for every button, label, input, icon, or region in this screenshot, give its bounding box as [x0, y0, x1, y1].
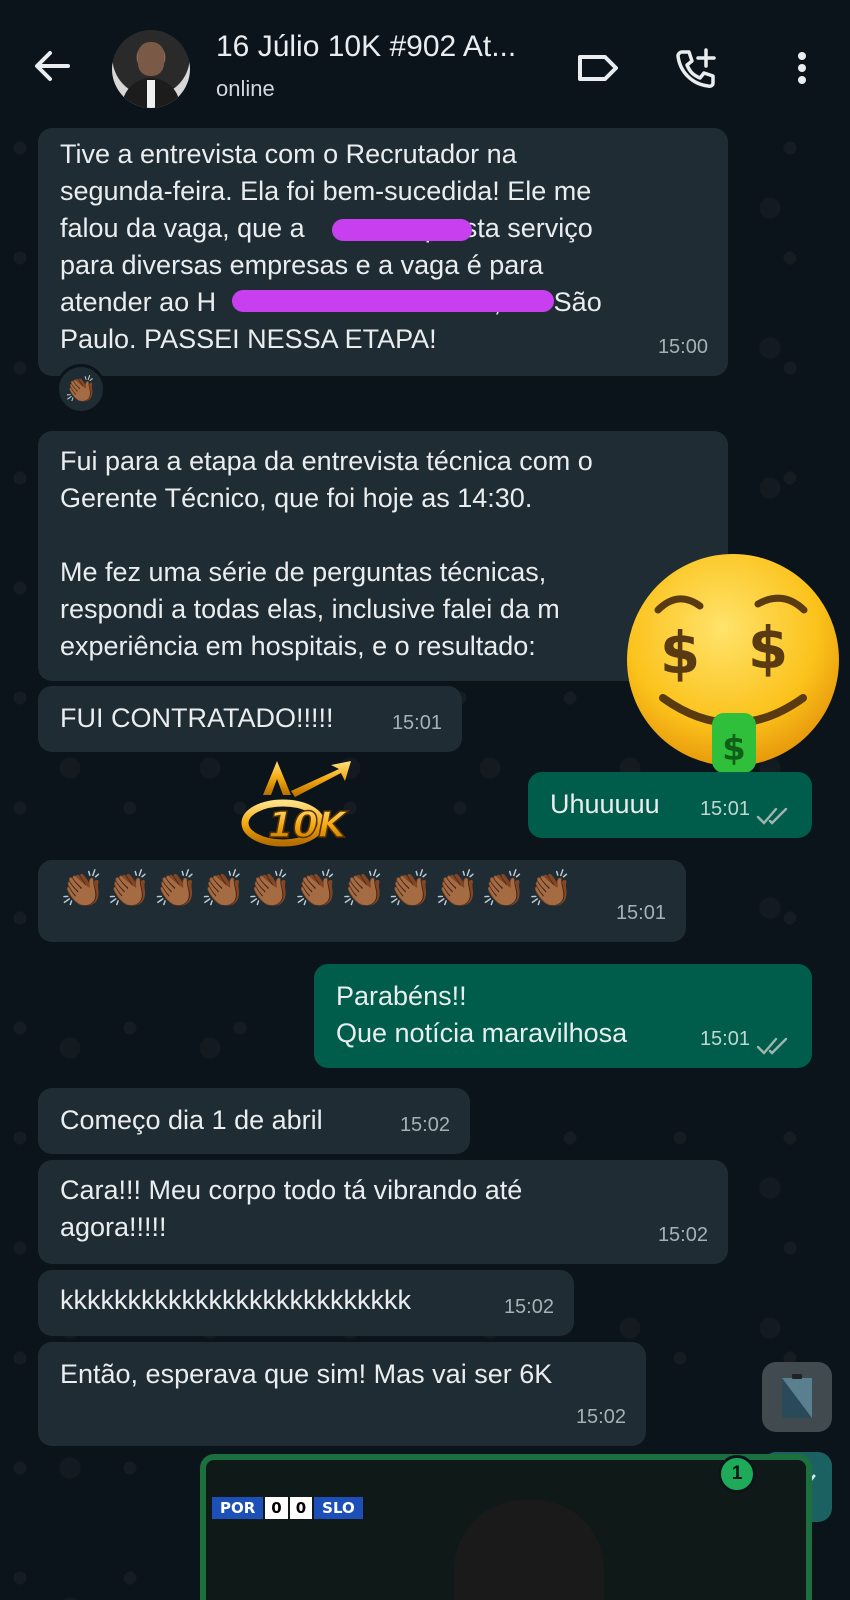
message-line: Parabéns!! [336, 981, 467, 1011]
chat-header: 16 Júlio 10K #902 At... online [0, 0, 850, 128]
message-time: 15:00 [657, 336, 708, 358]
message-text: FUI CONTRATADO!!!!! [60, 703, 334, 733]
scoreboard: POR 0 0 SLO [212, 1496, 363, 1520]
message-text: Então, esperava que sim! Mas vai ser 6K [60, 1359, 553, 1389]
message-line: Fui para a etapa da entrevista técnica c… [60, 446, 593, 476]
message-time: 15:02 [399, 1114, 450, 1136]
player-figure [454, 1500, 604, 1600]
score-2: 0 [289, 1497, 313, 1519]
outgoing-message[interactable]: Parabéns!! Que notícia maravilhosa 15:01 [314, 964, 812, 1068]
message-text: Começo dia 1 de abril [60, 1105, 323, 1135]
message-time: 15:01 [615, 902, 666, 924]
logo-text: 10K [268, 805, 349, 846]
more-options-icon[interactable] [778, 44, 826, 92]
incoming-message[interactable]: kkkkkkkkkkkkkkkkkkkkkkkkkk 15:02 [38, 1270, 574, 1336]
message-time: 15:01 [391, 712, 442, 734]
message-text: Uhuuuuu [550, 789, 660, 819]
message-line: experiência em hospitais, e o resultado: [60, 631, 536, 661]
phone-icon [782, 1374, 812, 1418]
contact-avatar[interactable] [112, 30, 190, 108]
incoming-message[interactable]: Tive a entrevista com o Recrutador na se… [38, 128, 728, 376]
message-line: Me fez uma série de perguntas técnicas, [60, 557, 547, 587]
read-ticks-icon [756, 807, 788, 825]
svg-text:$: $ [748, 614, 788, 682]
score-1: 0 [265, 1497, 288, 1519]
chat-area[interactable]: Tive a entrevista com o Recrutador na se… [0, 128, 850, 1600]
message-line: Cara!!! Meu corpo todo tá vibrando até [60, 1175, 523, 1205]
incoming-message[interactable]: Então, esperava que sim! Mas vai ser 6K … [38, 1342, 646, 1446]
message-line: Gerente Técnico, que foi hoje as 14:30. [60, 483, 533, 513]
message-time: 15:02 [657, 1224, 708, 1246]
incoming-message[interactable]: Começo dia 1 de abril 15:02 [38, 1088, 470, 1154]
back-arrow-icon[interactable] [30, 44, 74, 88]
message-line: Tive a entrevista com o Recrutador na [60, 139, 517, 169]
message-text: kkkkkkkkkkkkkkkkkkkkkkkkkk [60, 1285, 411, 1315]
message-line: para diversas empresas e a vaga é para [60, 250, 544, 280]
sticker-shortcut-button[interactable] [762, 1362, 832, 1432]
incoming-message[interactable]: FUI CONTRATADO!!!!! 15:01 [38, 686, 462, 752]
incoming-message[interactable]: 👏🏾👏🏾👏🏾👏🏾👏🏾👏🏾👏🏾👏🏾👏🏾👏🏾👏🏾 15:01 [38, 860, 686, 942]
message-time: 15:02 [575, 1406, 626, 1428]
message-reaction[interactable]: 👏🏾 [56, 364, 106, 414]
message-time: 15:01 [699, 798, 750, 820]
team-2: SLO [314, 1497, 363, 1519]
outgoing-message[interactable]: Uhuuuuu 15:01 [528, 772, 812, 838]
unread-count-badge: 1 [718, 1455, 756, 1493]
message-line: Paulo. PASSEI NESSA ETAPA! [60, 324, 437, 354]
message-time: 15:01 [699, 1028, 750, 1050]
message-line: segunda-feira. Ela foi bem-sucedida! Ele… [60, 176, 592, 206]
message-line: agora!!!!! [60, 1212, 167, 1242]
money-mouth-face-sticker: $ $ $ [627, 554, 839, 773]
redaction-mark [232, 290, 554, 312]
add-call-icon[interactable] [672, 44, 720, 92]
chat-title[interactable]: 16 Júlio 10K #902 At... [216, 30, 556, 64]
message-text: 👏🏾👏🏾👏🏾👏🏾👏🏾👏🏾👏🏾👏🏾👏🏾👏🏾👏🏾 [60, 868, 576, 909]
contact-status: online [216, 76, 275, 101]
message-time: 15:02 [503, 1296, 554, 1318]
redaction-mark [332, 219, 472, 241]
read-ticks-icon [756, 1037, 788, 1055]
message-line: respondi a todas elas, inclusive falei d… [60, 594, 560, 624]
10k-logo: 10K [241, 761, 351, 847]
svg-text:$: $ [660, 619, 700, 687]
label-icon[interactable] [574, 44, 622, 92]
svg-text:$: $ [722, 729, 746, 769]
incoming-message[interactable]: Cara!!! Meu corpo todo tá vibrando até a… [38, 1160, 728, 1264]
team-1: POR [212, 1497, 264, 1519]
